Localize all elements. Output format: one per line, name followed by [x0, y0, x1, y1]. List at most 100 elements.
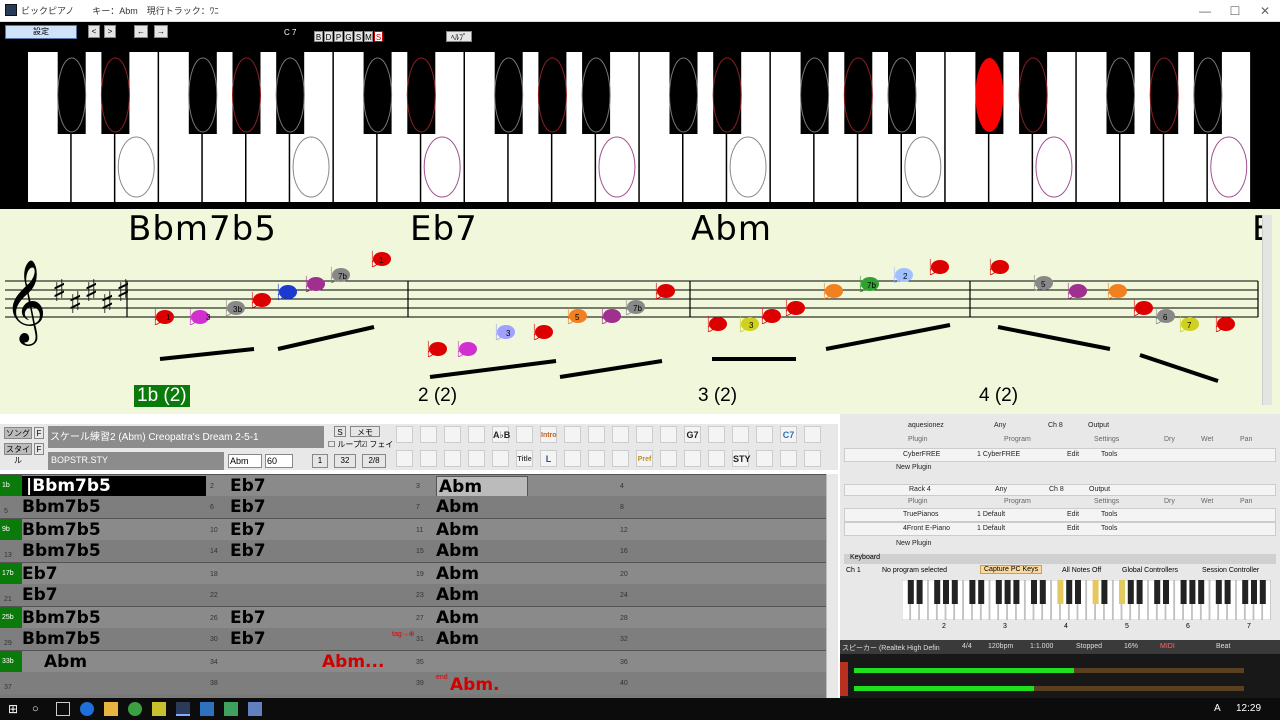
grid-chord[interactable]: Eb7 [230, 520, 266, 540]
nav-forward-button[interactable]: → [154, 25, 168, 38]
grid-chord[interactable]: Eb7 [230, 608, 266, 628]
explorer-icon[interactable] [104, 702, 118, 716]
mini-black-key[interactable] [934, 580, 941, 604]
grid-row[interactable]: 37 38 39 Abm. 40 end [0, 672, 826, 695]
app-icon-2[interactable] [152, 702, 166, 716]
grid-row[interactable]: 5 Bbm7b5 6 Eb7 7 Abm 8 [0, 496, 826, 518]
mini-black-key[interactable] [1224, 580, 1231, 604]
grid-chord[interactable]: Abm [436, 585, 479, 605]
grid-chord[interactable]: Abm [436, 564, 479, 584]
chrome-icon[interactable] [128, 702, 142, 716]
grid-chord[interactable]: Eb7 [230, 629, 266, 649]
keyboard-program[interactable]: No program selected [882, 567, 947, 574]
toolbar-icon-1-4[interactable] [492, 450, 509, 467]
toolbar-icon-0-2[interactable] [444, 426, 461, 443]
mini-black-key[interactable] [1163, 580, 1169, 604]
piano-keyboard[interactable] [28, 52, 1252, 202]
track-button-d-1[interactable]: D [324, 31, 333, 42]
nav-next-button[interactable]: > [104, 25, 116, 38]
grid-row[interactable]: 25b Bbm7b5 26 Eb7 27 Abm 28 [0, 606, 826, 628]
style-label[interactable]: スタイル [4, 443, 32, 465]
toolbar-icon-0-12[interactable]: G7 [684, 426, 701, 443]
grid-row[interactable]: 9b Bbm7b5 10 Eb7 11 Abm 12 [0, 518, 826, 540]
grid-chord[interactable]: Eb7 [230, 497, 266, 517]
session-controller-checkbox[interactable]: Session Controller [1202, 567, 1259, 574]
mini-black-key[interactable] [1039, 580, 1046, 604]
close-button[interactable]: ✕ [1250, 3, 1280, 19]
grid-chord[interactable]: Abm... [322, 652, 384, 672]
track-button-g-3[interactable]: G [344, 31, 353, 42]
mini-black-key[interactable] [1075, 580, 1081, 604]
maximize-button[interactable]: ☐ [1220, 3, 1250, 19]
toolbar-icon-1-8[interactable] [588, 450, 605, 467]
value-32-button[interactable]: 32 [334, 454, 356, 468]
toolbar-icon-0-5[interactable] [516, 426, 533, 443]
grid-chord[interactable]: Bbm7b5 [22, 629, 101, 649]
mini-black-key[interactable] [969, 580, 976, 604]
style-name[interactable]: BOPSTR.STY [48, 452, 224, 470]
toolbar-icon-0-11[interactable] [660, 426, 677, 443]
toolbar-icon-0-14[interactable] [732, 426, 749, 443]
rack-4-plugin-row-1[interactable]: TruePianos 1 Default Edit Tools [844, 508, 1276, 522]
toolbar-icon-1-0[interactable] [396, 450, 413, 467]
loop-checkbox[interactable]: ☐ ループ [328, 439, 361, 450]
toolbar-icon-0-1[interactable] [420, 426, 437, 443]
piano-keys-svg[interactable] [28, 52, 1252, 202]
grid-scrollbar[interactable] [826, 474, 838, 698]
grid-row[interactable]: 29 Bbm7b5 30 Eb7 31 Abm 32 tag→⊕ [0, 628, 826, 650]
mini-black-key[interactable] [1198, 580, 1205, 604]
mini-black-key[interactable] [1215, 580, 1222, 604]
time-sig-button[interactable]: 2/8 [362, 454, 386, 468]
mini-black-key[interactable] [1057, 580, 1064, 604]
notation-scrollbar[interactable] [1262, 215, 1272, 405]
app-icon-5[interactable] [248, 702, 262, 716]
mini-black-key[interactable] [1101, 580, 1108, 604]
toolbar-icon-0-16[interactable]: C7 [780, 426, 797, 443]
grid-chord[interactable]: Abm [436, 608, 479, 628]
grid-chord[interactable]: Bbm7b5 [22, 608, 101, 628]
rack-4-plugin-row-2[interactable]: 4Front E-Piano 1 Default Edit Tools [844, 522, 1276, 536]
toolbar-icon-1-12[interactable] [684, 450, 701, 467]
mini-black-key[interactable] [1136, 580, 1143, 604]
mini-black-key[interactable] [1251, 580, 1257, 604]
grid-chord[interactable]: |Bbm7b5 [22, 476, 206, 496]
clock[interactable]: 12:29 [1236, 703, 1261, 714]
track-button-s-4[interactable]: S [354, 31, 363, 42]
mini-black-key[interactable] [951, 580, 958, 604]
grid-row[interactable]: 33b Abm 34 Abm... 35 36 [0, 650, 826, 672]
capture-pc-keys-button[interactable]: Capture PC Keys [980, 565, 1043, 574]
biab-taskbar-icon[interactable] [176, 702, 190, 716]
toolbar-icon-1-11[interactable] [660, 450, 677, 467]
toolbar-icon-1-15[interactable] [756, 450, 773, 467]
toolbar-icon-1-13[interactable] [708, 450, 725, 467]
nav-prev-button[interactable]: < [88, 25, 100, 38]
grid-chord[interactable]: Bbm7b5 [22, 541, 101, 561]
mini-black-key[interactable] [1127, 580, 1134, 604]
mini-black-key[interactable] [978, 580, 985, 604]
toolbar-icon-0-13[interactable] [708, 426, 725, 443]
style-f-button[interactable]: F [34, 443, 44, 455]
grid-chord[interactable]: Bbm7b5 [22, 497, 101, 517]
toolbar-icon-1-7[interactable] [564, 450, 581, 467]
toolbar-icon-0-0[interactable] [396, 426, 413, 443]
mini-black-key[interactable] [1119, 580, 1125, 604]
key-select[interactable]: Abm [228, 454, 262, 468]
grid-chord[interactable]: Abm [436, 497, 479, 517]
grid-chord[interactable]: Eb7 [230, 541, 266, 561]
help-button[interactable]: ﾍﾙﾌﾟ [446, 31, 472, 42]
ime-indicator[interactable]: A [1214, 703, 1221, 714]
grid-row[interactable]: 13 Bbm7b5 14 Eb7 15 Abm 16 [0, 540, 826, 562]
grid-chord[interactable]: Abm [44, 652, 87, 672]
grid-chord[interactable]: Abm [436, 629, 479, 649]
global-controllers-checkbox[interactable]: Global Controllers [1122, 567, 1178, 574]
song-title[interactable]: スケール練習2 (Abm) Creopatra's Dream 2-5-1 [48, 426, 324, 448]
edge-icon[interactable] [80, 702, 94, 716]
toolbar-icon-0-10[interactable] [636, 426, 653, 443]
mini-keyboard[interactable] [902, 580, 1274, 620]
grid-row[interactable]: 1b |Bbm7b5 2 Eb7 3 Abm 4 [0, 474, 826, 498]
toolbar-icon-0-7[interactable] [564, 426, 581, 443]
search-icon[interactable]: ○ [32, 702, 46, 716]
windows-start-icon[interactable]: ⊞ [8, 702, 22, 716]
toolbar-icon-1-6[interactable]: L [540, 450, 557, 467]
grid-chord[interactable]: Bbm7b5 [22, 520, 101, 540]
